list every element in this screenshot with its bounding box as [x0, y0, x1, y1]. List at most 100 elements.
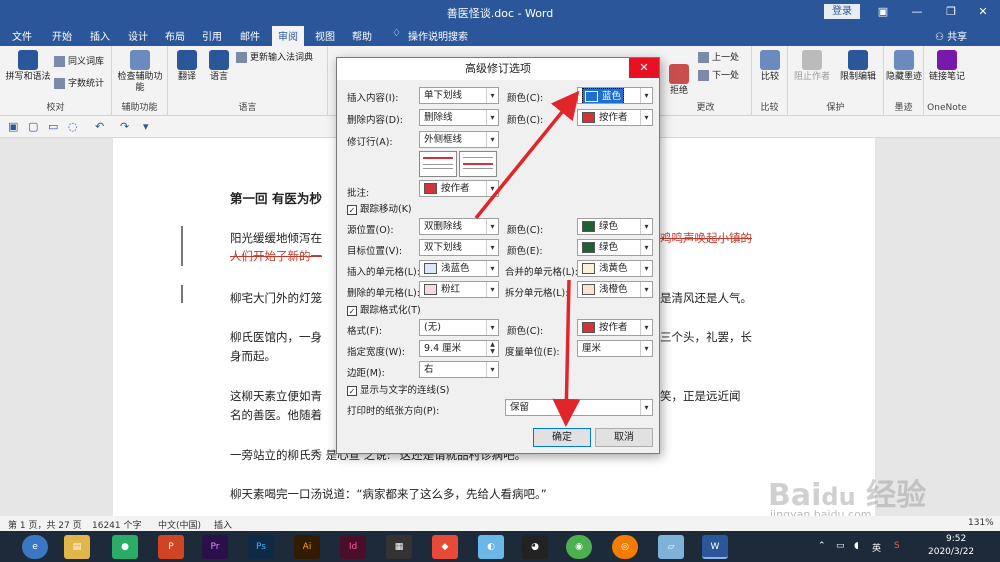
- deletions-color-select[interactable]: 按作者 ▾: [577, 109, 653, 126]
- preferred-width-stepper[interactable]: 9.4 厘米 ▲ ▼: [419, 340, 499, 357]
- word-count[interactable]: 16241 个字: [92, 518, 142, 531]
- translate-button[interactable]: 翻译: [172, 50, 202, 83]
- track-formatting-checkbox[interactable]: ✓ 跟踪格式化(T): [347, 302, 421, 316]
- compare-button[interactable]: 比较: [754, 50, 786, 83]
- media-app-icon[interactable]: ◎: [612, 535, 638, 559]
- split-cells-select[interactable]: 浅橙色 ▾: [577, 281, 653, 298]
- wechat-icon[interactable]: ●: [112, 535, 138, 559]
- tab-review[interactable]: 审阅: [272, 26, 304, 46]
- linked-notes-button[interactable]: 链接笔记: [928, 50, 966, 83]
- comments-color-select[interactable]: 按作者 ▾: [419, 180, 499, 197]
- ok-button[interactable]: 确定: [533, 428, 591, 447]
- insertions-select[interactable]: 单下划线 ▾: [419, 87, 499, 104]
- page-count[interactable]: 第 1 页，共 27 页: [8, 518, 82, 531]
- chrome-icon[interactable]: ◉: [566, 535, 592, 559]
- update-ime-button[interactable]: 更新输入法词典: [236, 52, 313, 64]
- spelling-button[interactable]: 拼写和语法: [4, 50, 52, 83]
- tab-insert[interactable]: 插入: [90, 28, 110, 43]
- translate-icon: [177, 50, 197, 70]
- moved-to-select[interactable]: 双下划线 ▾: [419, 239, 499, 256]
- file-explorer-icon[interactable]: ▤: [64, 535, 90, 559]
- tab-file[interactable]: 文件: [12, 28, 32, 43]
- tab-layout[interactable]: 布局: [165, 28, 185, 43]
- measure-in-label: 度量单位(E):: [505, 347, 560, 358]
- redo-icon[interactable]: ↷: [120, 120, 129, 133]
- language-indicator[interactable]: 中文(中国): [158, 518, 201, 531]
- clock-time[interactable]: 9:52: [946, 534, 966, 544]
- thesaurus-button[interactable]: 同义词库: [54, 56, 104, 68]
- video-editor-icon[interactable]: ▦: [386, 535, 412, 559]
- premiere-icon[interactable]: Pr: [202, 535, 228, 559]
- login-button[interactable]: 登录: [824, 4, 860, 19]
- tray-network-icon[interactable]: ▭: [836, 541, 845, 551]
- changed-lines-select[interactable]: 外侧框线 ▾: [419, 131, 499, 148]
- illustrator-icon[interactable]: Ai: [294, 535, 320, 559]
- paper-orientation-select[interactable]: 保留 ▾: [505, 399, 653, 416]
- tab-help[interactable]: 帮助: [352, 28, 372, 43]
- formatting-color-select[interactable]: 按作者 ▾: [577, 319, 653, 336]
- undo-icon[interactable]: ↶: [95, 120, 104, 133]
- tab-home[interactable]: 开始: [52, 28, 72, 43]
- tab-design[interactable]: 设计: [128, 28, 148, 43]
- language-button[interactable]: 语言: [204, 50, 234, 83]
- chat-app-icon[interactable]: ◐: [478, 535, 504, 559]
- clock-date[interactable]: 2020/3/22: [928, 547, 974, 557]
- photoshop-icon[interactable]: Ps: [248, 535, 274, 559]
- spelling-icon: [18, 50, 38, 70]
- dialog-close-button[interactable]: ✕: [629, 58, 659, 78]
- track-moves-checkbox[interactable]: ✓ 跟踪移动(K): [347, 201, 412, 215]
- window-app-icon[interactable]: ▱: [658, 535, 684, 559]
- tab-view[interactable]: 视图: [315, 28, 335, 43]
- restore-icon[interactable]: ❐: [934, 0, 968, 24]
- previous-change-button[interactable]: 上一处: [698, 52, 739, 64]
- tell-me-search[interactable]: 操作说明搜索: [408, 28, 468, 43]
- browser-icon[interactable]: e: [22, 535, 48, 559]
- deleted-cells-select[interactable]: 粉红 ▾: [419, 281, 499, 298]
- touch-mode-icon[interactable]: ◌: [68, 120, 78, 133]
- lightyellow-swatch: [582, 263, 595, 274]
- open-icon[interactable]: ▭: [48, 120, 58, 133]
- tab-references[interactable]: 引用: [202, 28, 222, 43]
- moved-from-color-select[interactable]: 绿色 ▾: [577, 218, 653, 235]
- tray-ime-icon[interactable]: 英: [872, 541, 881, 554]
- formatting-select[interactable]: (无) ▾: [419, 319, 499, 336]
- tab-mailings[interactable]: 邮件: [240, 28, 260, 43]
- powerpoint-icon[interactable]: P: [158, 535, 184, 559]
- app-icon[interactable]: ◆: [432, 535, 458, 559]
- customize-toolbar-icon[interactable]: ▾: [143, 120, 149, 133]
- restrict-editing-button[interactable]: 限制编辑: [836, 50, 880, 83]
- merged-cells-select[interactable]: 浅黄色 ▾: [577, 260, 653, 277]
- ribbon-display-icon[interactable]: ▣: [866, 0, 900, 24]
- language-icon: [209, 50, 229, 70]
- reject-button[interactable]: 拒绝: [664, 64, 694, 97]
- moved-to-color-select[interactable]: 绿色 ▾: [577, 239, 653, 256]
- next-change-button[interactable]: 下一处: [698, 70, 739, 82]
- share-button[interactable]: ⚇ 共享: [935, 28, 967, 43]
- zoom-level[interactable]: 131%: [968, 518, 994, 528]
- deletions-label: 删除内容(D):: [347, 115, 403, 126]
- moved-from-select[interactable]: 双删除线 ▾: [419, 218, 499, 235]
- hide-ink-button[interactable]: 隐藏墨迹: [886, 50, 922, 83]
- qq-icon[interactable]: ◕: [522, 535, 548, 559]
- tray-volume-icon[interactable]: ◖: [854, 541, 859, 551]
- save-icon[interactable]: ▣: [8, 120, 18, 133]
- check-accessibility-button[interactable]: 检查辅助功能: [116, 50, 164, 94]
- block-authors-button[interactable]: 阻止作者: [790, 50, 834, 83]
- cancel-button[interactable]: 取消: [595, 428, 653, 447]
- insert-mode[interactable]: 插入: [214, 518, 232, 531]
- show-lines-checkbox[interactable]: ✓ 显示与文字的连线(S): [347, 382, 449, 396]
- minimize-icon[interactable]: —: [900, 0, 934, 24]
- tray-app-icon[interactable]: S: [894, 541, 900, 551]
- inserted-cells-select[interactable]: 浅蓝色 ▾: [419, 260, 499, 277]
- insertions-color-select[interactable]: 蓝色 ▾: [577, 87, 653, 104]
- deletions-select[interactable]: 删除线 ▾: [419, 109, 499, 126]
- spin-arrows-icon[interactable]: ▲ ▼: [486, 341, 498, 356]
- word-taskbar-icon[interactable]: W: [702, 535, 728, 559]
- wordcount-button[interactable]: 字数统计: [54, 78, 104, 90]
- close-icon[interactable]: ✕: [966, 0, 1000, 24]
- indesign-icon[interactable]: Id: [340, 535, 366, 559]
- new-document-icon[interactable]: ▢: [28, 120, 38, 133]
- tray-arrow-icon[interactable]: ⌃: [818, 541, 826, 551]
- margin-select[interactable]: 右 ▾: [419, 361, 499, 378]
- measure-in-select[interactable]: 厘米 ▾: [577, 340, 653, 357]
